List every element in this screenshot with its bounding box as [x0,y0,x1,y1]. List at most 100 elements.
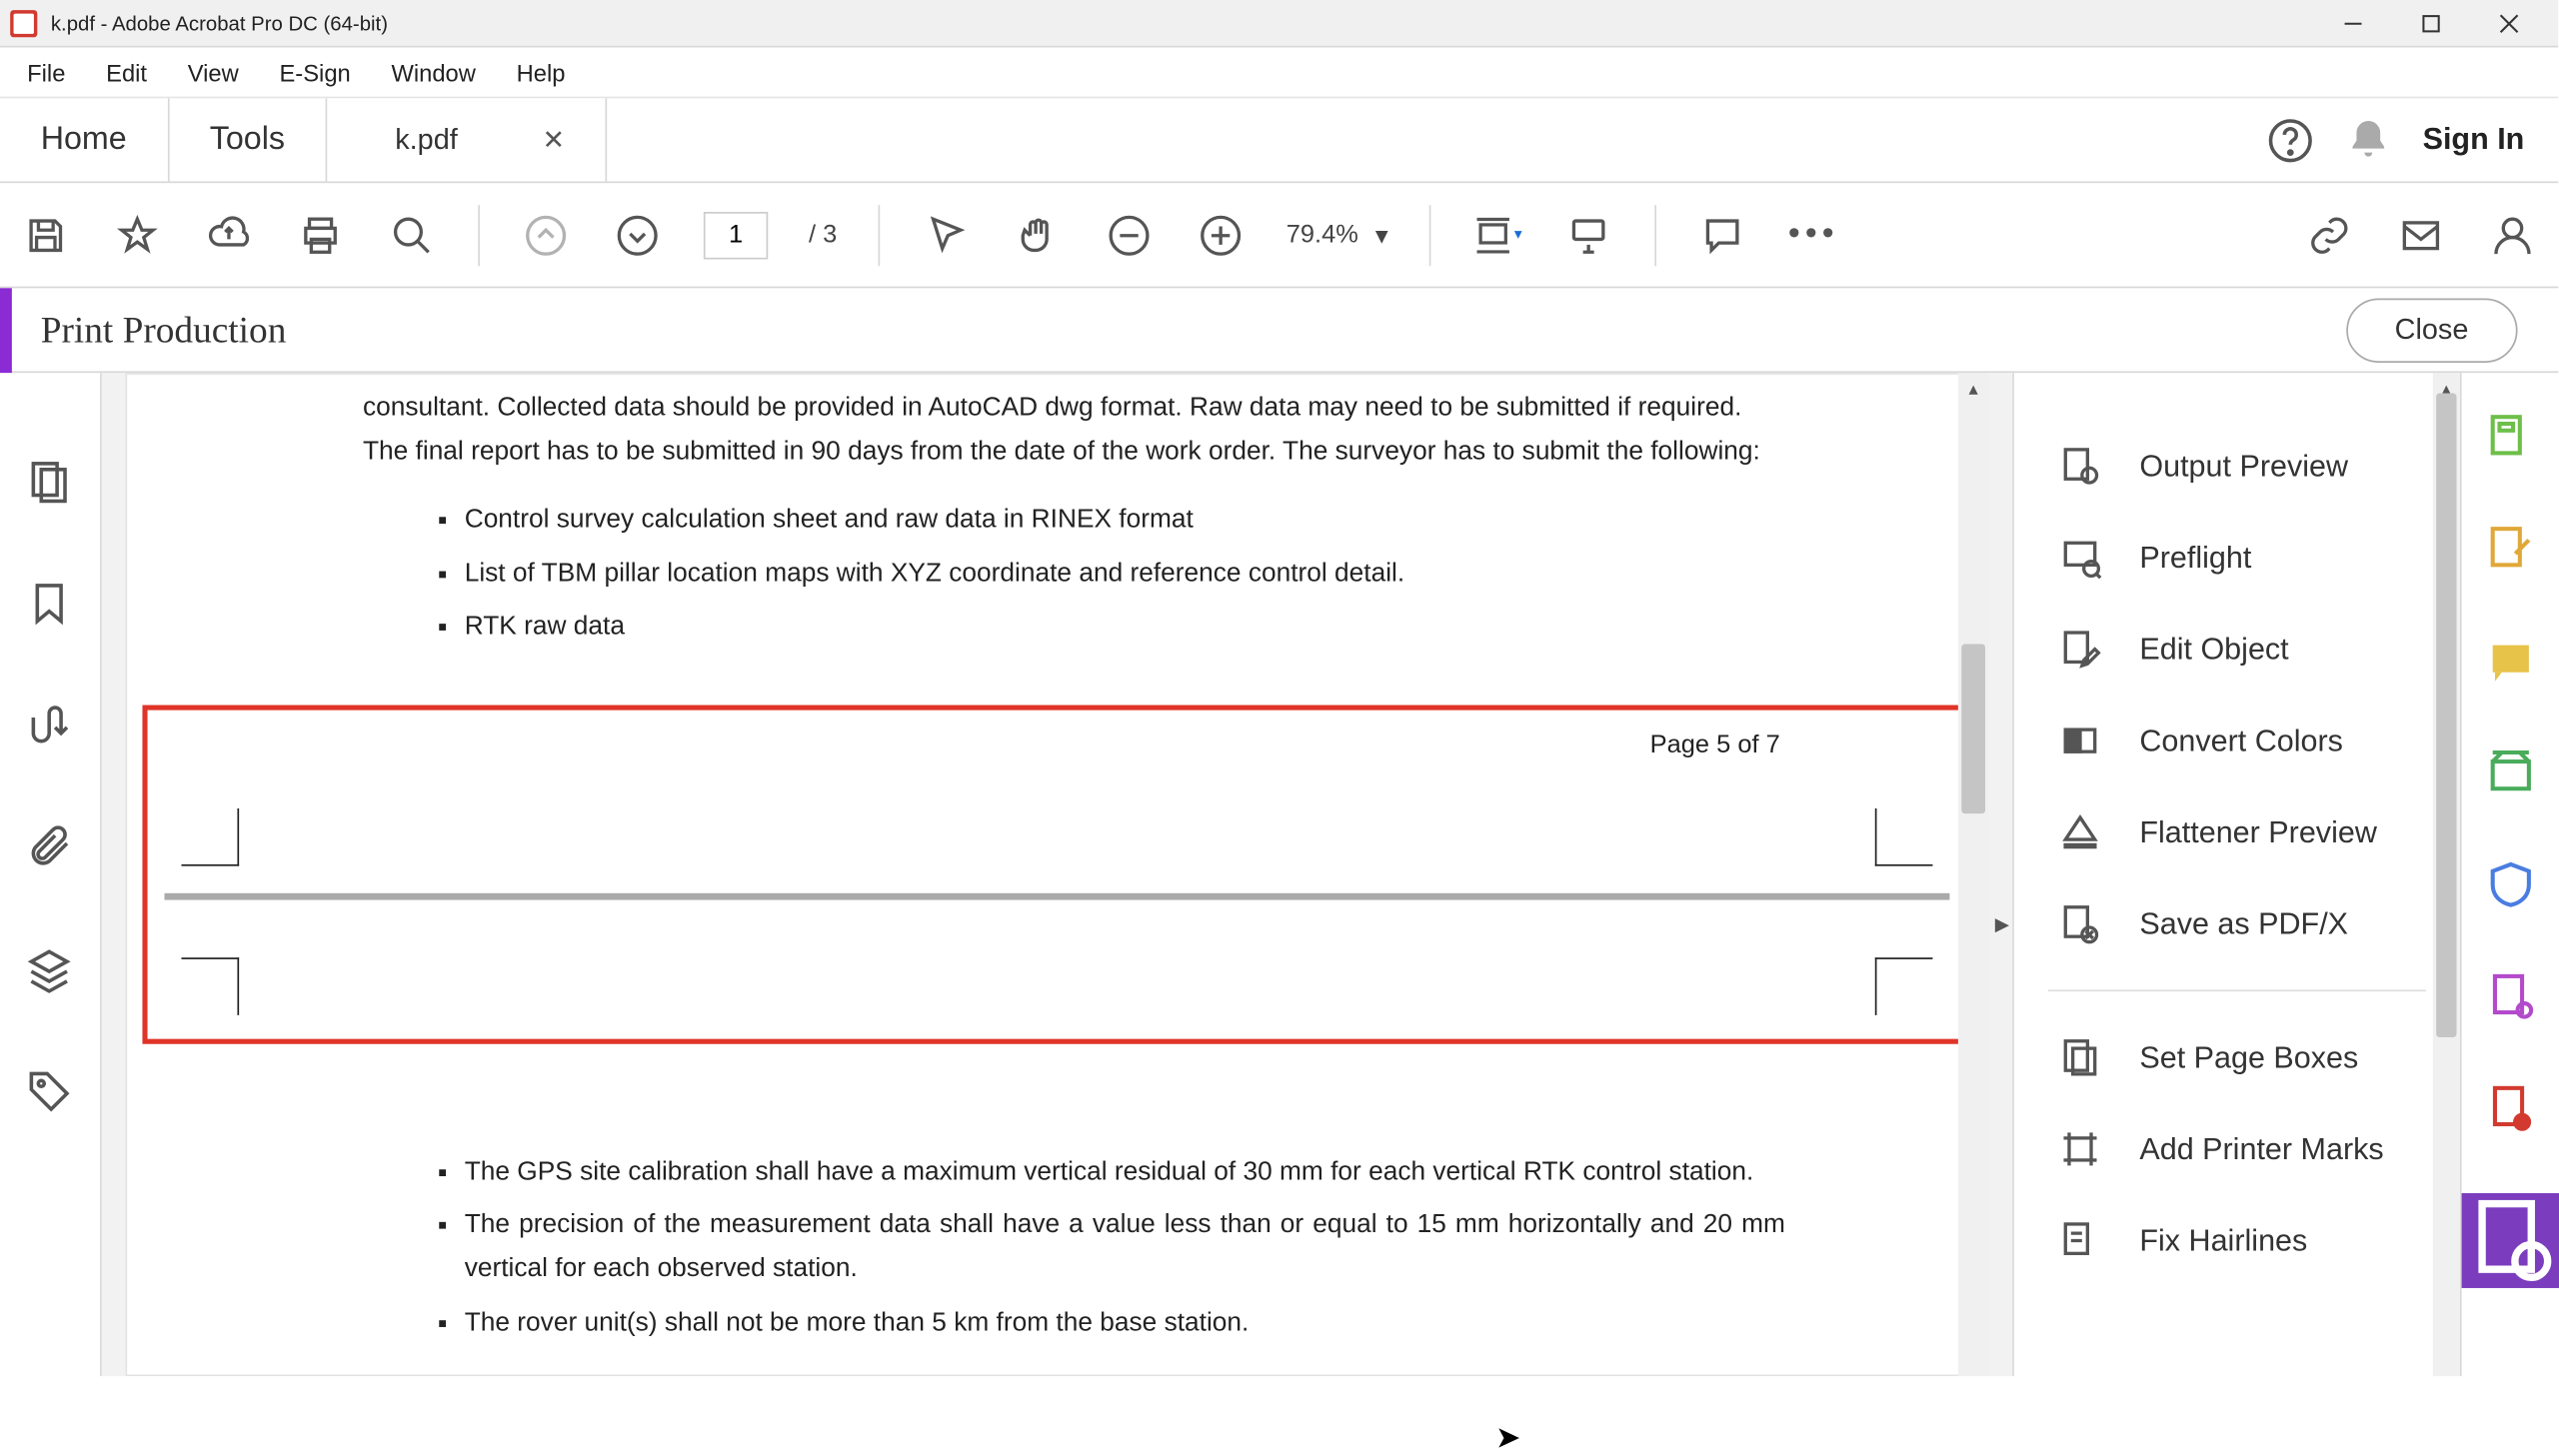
list-item: Control survey calculation sheet and raw… [465,494,1785,548]
toolbar: / 3 79.4%▾ ▾ ••• [0,183,2558,288]
tool-comment-icon[interactable] [2483,634,2537,688]
tool-fix-hairlines[interactable]: Fix Hairlines [2048,1195,2426,1287]
tool-save-pdfx[interactable]: Save as PDF/X [2048,878,2426,970]
tool-preflight[interactable]: Preflight [2048,512,2426,604]
crop-mark [181,957,239,1015]
fit-width-icon[interactable]: ▾ [1471,209,1522,260]
tools-rail [2460,373,2558,1376]
comment-icon[interactable] [1696,209,1747,260]
menu-window[interactable]: Window [371,52,496,93]
tool-output-preview[interactable]: Output Preview [2048,421,2426,513]
tool-add-printer-marks[interactable]: Add Printer Marks [2048,1103,2426,1195]
tool-protect-icon[interactable] [2483,857,2537,911]
print-icon[interactable] [295,209,346,260]
page-down-icon[interactable] [612,209,663,260]
save-icon[interactable] [20,209,71,260]
separator [478,204,480,265]
document-view[interactable]: consultant. Collected data should be pro… [102,373,2012,1376]
thumbnails-icon[interactable] [25,458,76,509]
hand-tool-icon[interactable] [1012,209,1063,260]
app-icon [10,9,37,36]
zoom-dropdown[interactable]: 79.4%▾ [1286,220,1388,251]
tool-flattener-preview[interactable]: Flattener Preview [2048,786,2426,878]
tool-set-page-boxes[interactable]: Set Page Boxes [2048,1012,2426,1104]
separator [2048,989,2426,991]
document-tab[interactable]: k.pdf ✕ [327,98,607,181]
more-icon[interactable]: ••• [1788,215,1839,254]
account-icon[interactable] [2487,209,2538,260]
help-icon[interactable] [2267,116,2314,163]
tool-edit-pdf-icon[interactable] [2483,522,2537,576]
selection-tool-icon[interactable] [920,209,971,260]
document-text: consultant. Collected data should be pro… [126,373,1989,654]
mail-icon[interactable] [2395,209,2446,260]
close-tab-icon[interactable]: ✕ [543,123,566,157]
list-item: The precision of the measurement data sh… [465,1199,1785,1296]
scroll-thumb[interactable] [1961,644,1985,813]
page-break [165,892,1950,899]
tool-print-production-icon[interactable] [2461,1193,2559,1288]
cursor-icon: ➤ [1495,1420,1521,1456]
bookmark-icon[interactable] [25,580,76,631]
sign-in-button[interactable]: Sign In [2423,122,2525,158]
separator [1428,204,1430,265]
layers-icon[interactable] [25,945,76,996]
menu-bar: File Edit View E-Sign Window Help [0,47,2558,98]
tool-export-icon[interactable] [2483,969,2537,1023]
search-icon[interactable] [387,209,438,260]
minimize-button[interactable] [2314,0,2392,47]
separator [1654,204,1656,265]
tools-tab[interactable]: Tools [169,98,327,181]
scroll-up-icon[interactable]: ▴ [1958,373,1989,404]
tool-edit-object[interactable]: Edit Object [2048,604,2426,696]
list-item: The rover unit(s) shall not be more than… [465,1296,1785,1350]
document-tab-label: k.pdf [395,123,458,157]
home-tab[interactable]: Home [0,98,169,181]
separator [878,204,880,265]
tool-organize-icon[interactable] [2483,745,2537,799]
zoom-out-icon[interactable] [1104,209,1155,260]
title-bar: k.pdf - Adobe Acrobat Pro DC (64-bit) [0,0,2558,47]
attachment-icon[interactable] [25,823,76,874]
crop-mark [1875,808,1933,866]
close-button[interactable] [2470,0,2548,47]
bell-icon[interactable] [2345,116,2392,163]
menu-file[interactable]: File [7,52,86,93]
tools-panel: Output Preview Preflight Edit Object Con… [2012,373,2558,1376]
zoom-in-icon[interactable] [1195,209,1246,260]
panel-scrollbar[interactable]: ▴ [2433,373,2460,1376]
menu-esign[interactable]: E-Sign [259,52,371,93]
link-icon[interactable] [2304,209,2355,260]
page-up-icon[interactable] [521,209,572,260]
document-text: The GPS site calibration shall have a ma… [126,1074,1989,1349]
close-panel-button[interactable]: Close [2345,298,2517,362]
crop-mark [181,808,239,866]
cloud-upload-icon[interactable] [204,209,255,260]
tool-convert-colors[interactable]: Convert Colors [2048,695,2426,786]
window-title: k.pdf - Adobe Acrobat Pro DC (64-bit) [51,11,2314,35]
page-number-input[interactable] [704,211,768,258]
tool-create-pdf-icon[interactable] [2483,410,2537,464]
read-mode-icon[interactable] [1562,209,1613,260]
tabs-bar: Home Tools k.pdf ✕ Sign In [0,98,2558,183]
star-icon[interactable] [112,209,163,260]
page-total: / 3 [809,220,837,249]
list-item: List of TBM pillar location maps with XY… [465,547,1785,601]
chevron-down-icon: ▾ [1375,220,1388,251]
selection-box[interactable]: Page 5 of 7 [142,705,1971,1043]
navigation-pane [0,373,102,1376]
tool-accessibility-icon[interactable] [2483,1081,2537,1135]
tags-icon[interactable] [25,1067,76,1118]
menu-view[interactable]: View [167,52,259,93]
crop-mark [1875,957,1933,1015]
signatures-icon[interactable] [25,702,76,752]
menu-edit[interactable]: Edit [86,52,168,93]
scroll-thumb[interactable] [2436,393,2456,1036]
vertical-scrollbar[interactable]: ▴ [1958,373,1989,1376]
maximize-button[interactable] [2392,0,2470,47]
list-item: RTK raw data [465,601,1785,655]
panel-bar: Print Production Close [0,288,2558,373]
menu-help[interactable]: Help [496,52,586,93]
expand-right-pane-icon[interactable]: ▶ [1990,889,2014,957]
page-footer: Page 5 of 7 [1650,730,1780,759]
